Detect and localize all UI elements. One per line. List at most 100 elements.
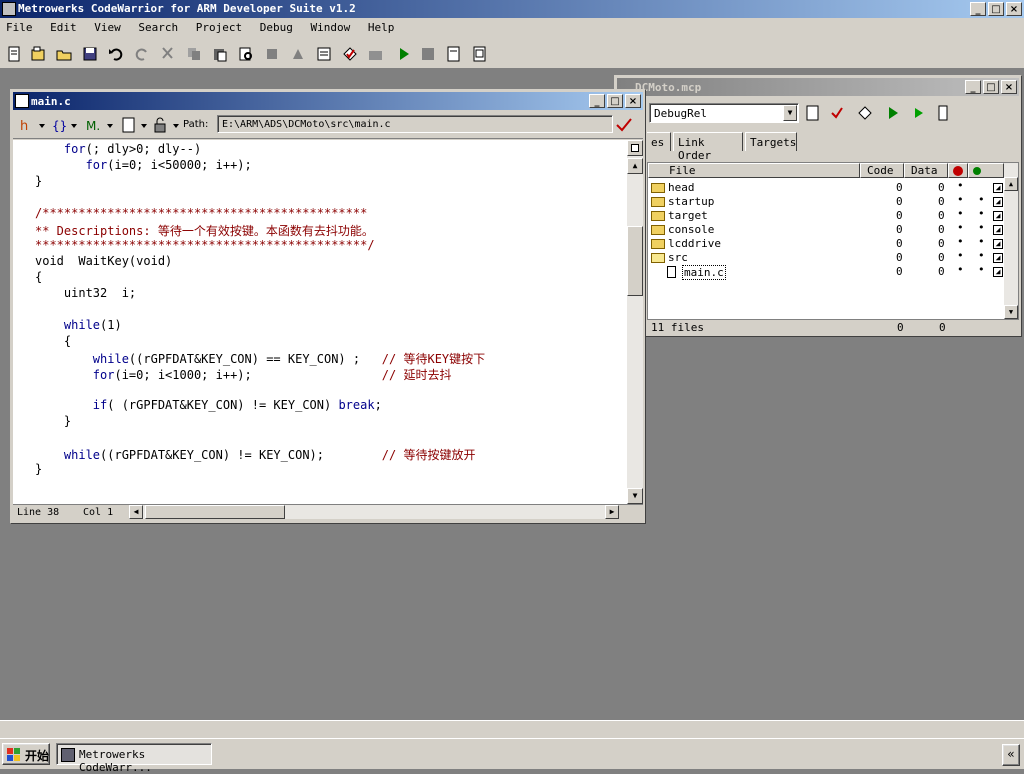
target-marker[interactable]: • [978, 207, 985, 220]
scroll-left-icon[interactable]: ◀ [129, 505, 143, 519]
checkmark-icon[interactable] [615, 117, 633, 133]
editor-scroll-thumb[interactable] [627, 226, 643, 296]
editor-hscroll-thumb[interactable] [145, 505, 285, 519]
editor-vertical-scrollbar[interactable]: ▲ ▼ [627, 140, 643, 504]
debug-marker[interactable]: • [957, 221, 964, 234]
project-window[interactable]: DCMoto.mcp _ □ × DebugRel ▼ es Link Orde… [614, 75, 1022, 337]
cut-icon[interactable] [160, 46, 176, 62]
project-target-settings-icon[interactable] [805, 105, 821, 121]
project-make-icon[interactable] [857, 105, 873, 121]
editor-maximize-button[interactable]: □ [607, 94, 623, 108]
target-select[interactable]: DebugRel ▼ [649, 103, 799, 123]
menu-search[interactable]: Search [132, 18, 183, 34]
debug-marker[interactable]: • [957, 263, 964, 276]
app-maximize-button[interactable]: □ [988, 2, 1004, 16]
synchronize-icon[interactable] [829, 105, 845, 121]
file-row[interactable]: console 0 0 • • ◢ [648, 221, 1004, 237]
app-close-button[interactable]: × [1006, 2, 1022, 16]
touch-checkbox[interactable]: ◢ [993, 211, 1003, 221]
new-project-icon[interactable] [30, 46, 46, 62]
project-run-icon[interactable] [911, 105, 927, 121]
tab-files[interactable]: es [647, 132, 671, 151]
debug-marker[interactable]: • [957, 235, 964, 248]
run-icon[interactable] [396, 46, 412, 62]
file-list-scrollbar[interactable]: ▲ ▼ [1004, 163, 1018, 319]
header-files-popup-icon[interactable]: h [19, 117, 49, 133]
scroll-up-icon[interactable]: ▲ [627, 158, 643, 174]
lock-icon[interactable] [153, 117, 183, 133]
save-icon[interactable] [82, 46, 98, 62]
menu-project[interactable]: Project [190, 18, 247, 34]
list-icon[interactable] [316, 46, 332, 62]
project-close-button[interactable]: × [1001, 80, 1017, 94]
stop-icon[interactable] [420, 46, 436, 62]
functions-popup-icon[interactable]: {} [51, 117, 81, 133]
bring-up-to-date-icon[interactable] [290, 46, 306, 62]
document-settings-popup-icon[interactable] [121, 117, 151, 133]
file-row[interactable]: target 0 0 • • ◢ [648, 207, 1004, 223]
debug-marker[interactable]: • [957, 179, 964, 192]
tab-link-order[interactable]: Link Order [673, 132, 743, 162]
open-icon[interactable] [56, 46, 72, 62]
menu-edit[interactable]: Edit [44, 18, 82, 34]
editor-close-button[interactable]: × [625, 94, 641, 108]
menu-window[interactable]: Window [304, 18, 355, 34]
compare-icon[interactable] [264, 46, 280, 62]
path-field[interactable]: E:\ARM\ADS\DCMoto\src\main.c [217, 115, 613, 133]
editor-window-titlebar[interactable]: main.c _ □ × [13, 92, 643, 110]
scroll-down-icon[interactable]: ▼ [627, 488, 643, 504]
touch-checkbox[interactable]: ◢ [993, 197, 1003, 207]
project-minimize-button[interactable]: _ [965, 80, 981, 94]
new-text-file-icon[interactable] [6, 46, 22, 62]
target-marker[interactable]: • [978, 235, 985, 248]
column-header-data[interactable]: Data [904, 163, 948, 178]
touch-checkbox[interactable]: ◢ [993, 225, 1003, 235]
split-icon[interactable] [627, 140, 643, 156]
touch-checkbox[interactable]: ◢ [993, 183, 1003, 193]
menu-view[interactable]: View [88, 18, 126, 34]
scroll-up-icon[interactable]: ▲ [1004, 177, 1018, 191]
scroll-down-icon[interactable]: ▼ [1004, 305, 1018, 319]
file-row[interactable]: main.c 0 0 • • ◢ [648, 263, 1004, 280]
project-settings-icon[interactable] [472, 46, 488, 62]
tab-targets[interactable]: Targets [745, 132, 797, 151]
target-marker[interactable]: • [978, 249, 985, 262]
file-row[interactable]: src 0 0 • • ◢ [648, 249, 1004, 265]
undo-icon[interactable] [108, 46, 124, 62]
editor-horizontal-scrollbar[interactable]: ◀ ▶ [129, 505, 619, 519]
debug-folder-icon[interactable] [368, 46, 384, 62]
menu-debug[interactable]: Debug [254, 18, 298, 34]
column-header-code[interactable]: Code [860, 163, 904, 178]
file-row[interactable]: startup 0 0 • • ◢ [648, 193, 1004, 209]
debug-marker[interactable]: • [957, 207, 964, 220]
tray-expand-button[interactable]: « [1002, 744, 1020, 766]
redo-icon[interactable] [134, 46, 150, 62]
markers-popup-icon[interactable]: M. [85, 117, 117, 133]
editor-minimize-button[interactable]: _ [589, 94, 605, 108]
file-row[interactable]: lcddrive 0 0 • • ◢ [648, 235, 1004, 251]
project-window-titlebar[interactable]: DCMoto.mcp _ □ × [617, 78, 1019, 96]
column-header-file[interactable]: File [648, 163, 860, 178]
touch-checkbox[interactable]: ◢ [993, 239, 1003, 249]
app-minimize-button[interactable]: _ [970, 2, 986, 16]
target-marker[interactable]: • [978, 193, 985, 206]
touch-checkbox[interactable]: ◢ [993, 253, 1003, 263]
menu-help[interactable]: Help [362, 18, 400, 34]
project-maximize-button[interactable]: □ [983, 80, 999, 94]
taskbar-item-codewarrior[interactable]: Metrowerks CodeWarr... [56, 743, 212, 774]
code-editor[interactable]: for(; dly>0; dly--) for(i=0; i<50000; i+… [13, 140, 627, 504]
target-settings-icon[interactable] [446, 46, 462, 62]
find-icon[interactable] [238, 46, 254, 62]
file-row[interactable]: head 0 0 • ◢ [648, 179, 1004, 195]
paste-icon[interactable] [212, 46, 228, 62]
editor-window[interactable]: main.c _ □ × h {} M. Path: E:\ARM\ADS\DC… [10, 89, 646, 524]
project-debug-icon[interactable] [885, 105, 901, 121]
column-header-debug[interactable] [948, 163, 968, 178]
target-marker[interactable]: • [978, 221, 985, 234]
debug-marker[interactable]: • [957, 193, 964, 206]
debug-marker[interactable]: • [957, 249, 964, 262]
touch-checkbox[interactable]: ◢ [993, 267, 1003, 277]
menu-file[interactable]: File [0, 18, 38, 34]
column-header-target[interactable] [968, 163, 1004, 178]
copy-icon[interactable] [186, 46, 202, 62]
